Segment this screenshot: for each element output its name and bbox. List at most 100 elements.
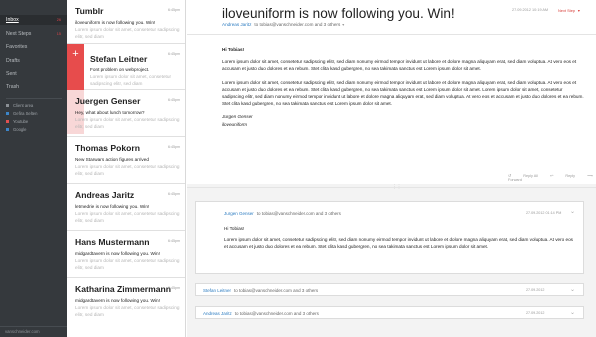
sidebar-label-gefira-selten[interactable]: Gefira Selten bbox=[6, 111, 37, 117]
message-sender: Andreas Jaritz bbox=[75, 190, 135, 200]
sidebar-footer[interactable]: vanschneider.com bbox=[0, 326, 67, 337]
next-step-button[interactable]: Next Step ▼ bbox=[558, 8, 581, 13]
sidebar-item-label: Favorites bbox=[6, 44, 28, 50]
preview-snippet: Lorem ipsum dolor sit amet, consetetur s… bbox=[75, 210, 180, 223]
label-color-icon bbox=[6, 112, 9, 116]
sender-name-link[interactable]: Andreas Jaritz bbox=[222, 22, 251, 27]
list-item[interactable]: Thomas Pokorn 6:45pm New Starwars action… bbox=[67, 137, 185, 184]
sidebar-item-label: Next Steps bbox=[6, 31, 32, 37]
email-signature-company: iloveuniform bbox=[222, 121, 248, 127]
reply-button[interactable]: ↩ Reply bbox=[550, 174, 575, 178]
label-text: Youtube bbox=[13, 119, 29, 124]
sidebar-item-trash[interactable]: Trash bbox=[0, 82, 67, 92]
thread-message-expanded[interactable]: Jurgen Genser to tobias@vanschneider.com … bbox=[195, 201, 584, 274]
message-preview: Hey, what about lunch tomorrow? Lorem ip… bbox=[75, 110, 181, 130]
thread-date: 27.09.2012 01:14 PM bbox=[526, 211, 562, 215]
chevron-down-icon[interactable]: ⌄ bbox=[570, 309, 575, 316]
message-preview: midgardtavern is now following you. Win!… bbox=[75, 251, 181, 271]
list-item[interactable]: + Stefan Leitner 6:45pm Font problem on … bbox=[67, 44, 185, 134]
thread-message-collapsed[interactable]: Stefan Leitner to tobias@vanschneider.com… bbox=[195, 283, 584, 296]
email-date: 27.09.2012 10:19 AM bbox=[512, 8, 549, 12]
sidebar-item-next-steps[interactable]: Next Steps 15 bbox=[0, 29, 67, 39]
message-sender: Stefan Leitner bbox=[90, 54, 148, 64]
list-item[interactable]: Juergen Genser 6:45pm Hey, what about lu… bbox=[67, 90, 185, 137]
message-time: 6:45pm bbox=[168, 98, 180, 102]
message-time: 6:45pm bbox=[168, 192, 180, 196]
sidebar-label-google[interactable]: Google bbox=[6, 127, 27, 133]
thread-message-collapsed[interactable]: Andreas Jaritz to tobias@vanschneider.com… bbox=[195, 306, 584, 319]
message-sender: Thomas Pokorn bbox=[75, 143, 140, 153]
label-color-icon bbox=[6, 128, 9, 132]
email-greeting: Hi Tobias! bbox=[222, 47, 245, 52]
preview-snippet: Lorem ipsum dolor sit amet, consetetur s… bbox=[75, 257, 180, 270]
message-time: 6:45pm bbox=[168, 52, 180, 56]
sender-avatar[interactable] bbox=[196, 8, 216, 28]
preview-line: midgardtavern is now following you. Win! bbox=[75, 251, 160, 256]
chevron-down-icon[interactable]: ⌄ bbox=[570, 208, 575, 215]
reply-all-label: Reply All bbox=[523, 174, 539, 178]
email-signature-name: Jurgen Genser bbox=[222, 114, 253, 120]
swipe-action[interactable]: + bbox=[67, 44, 84, 90]
message-preview: New Starwars action figures arrived Lore… bbox=[75, 157, 181, 177]
sidebar-label-client-area[interactable]: Client area bbox=[6, 103, 33, 109]
unread-count-badge: 15 bbox=[56, 32, 61, 36]
message-preview: iloveuniform is now following you. Win! … bbox=[75, 20, 181, 40]
message-sender: Juergen Genser bbox=[75, 96, 141, 106]
email-subject: iloveuniform is now following you. Win! bbox=[222, 6, 455, 21]
sidebar-item-label: Sent bbox=[6, 71, 17, 77]
email-actions: ↺ Reply All ↩ Reply ⟶ Forward bbox=[497, 173, 596, 182]
preview-snippet: Lorem ipsum dolor sit amet, consetetur s… bbox=[75, 163, 180, 176]
reply-label: Reply bbox=[565, 174, 576, 178]
header-divider bbox=[187, 34, 596, 35]
thread-sender-name[interactable]: Stefan Leitner bbox=[203, 288, 231, 293]
thread-sender-name[interactable]: Andreas Jaritz bbox=[203, 311, 232, 316]
unread-count-badge: 26 bbox=[56, 18, 61, 22]
sidebar-item-drafts[interactable]: Drafts bbox=[0, 56, 67, 66]
message-list: Tumblr 6:45pm iloveuniform is now follow… bbox=[67, 0, 186, 337]
message-preview: letmedrie is now following you. Win! Lor… bbox=[75, 204, 181, 224]
list-item[interactable]: Tumblr 6:45pm iloveuniform is now follow… bbox=[67, 0, 185, 44]
sidebar: Inbox 26 Next Steps 15 Favorites Drafts … bbox=[0, 0, 67, 337]
list-item[interactable]: Hans Mustermann 6:45pm midgardtavern is … bbox=[67, 231, 185, 278]
message-time: 6:45pm bbox=[168, 286, 180, 290]
sidebar-item-sent[interactable]: Sent bbox=[0, 69, 67, 79]
thread-from-line: Andreas Jaritz to tobias@vanschneider.com… bbox=[203, 311, 319, 316]
thread-from-line: Jurgen Genser to tobias@vanschneider.com … bbox=[224, 211, 341, 216]
list-item[interactable]: Andreas Jaritz 6:45pm letmedrie is now f… bbox=[67, 184, 185, 231]
chevron-down-icon[interactable]: ▼ bbox=[342, 23, 345, 27]
thread-sender-name[interactable]: Jurgen Genser bbox=[224, 211, 254, 216]
thread-greeting: Hi Tobias! bbox=[224, 226, 245, 231]
message-time: 6:45pm bbox=[168, 8, 180, 12]
email-from-line: Andreas Jaritz to tobias@vanschneider.com… bbox=[222, 22, 345, 27]
sidebar-label-youtube[interactable]: Youtube bbox=[6, 119, 28, 125]
next-step-label: Next Step bbox=[558, 8, 576, 13]
message-sender: Katharina Zimmermann bbox=[75, 284, 171, 294]
sidebar-item-favorites[interactable]: Favorites bbox=[0, 42, 67, 52]
preview-line: letmedrie is now following you. Win! bbox=[75, 204, 150, 209]
sidebar-item-label: Inbox bbox=[6, 17, 19, 23]
preview-snippet: Lorem ipsum dolor sit amet, consetetur s… bbox=[75, 116, 180, 129]
thread-date: 27.09.2012 bbox=[526, 311, 545, 315]
recipients-text[interactable]: to tobias@vanschneider.com and 3 others bbox=[254, 22, 340, 27]
chevron-down-icon[interactable]: ⌄ bbox=[570, 286, 575, 293]
label-color-icon bbox=[6, 104, 9, 108]
thread-recipients: to tobias@vanschneider.com and 3 others bbox=[256, 211, 341, 216]
sender-avatar[interactable] bbox=[203, 208, 219, 224]
message-time: 6:45pm bbox=[168, 145, 180, 149]
sidebar-item-label: Drafts bbox=[6, 58, 20, 64]
plus-icon: + bbox=[72, 48, 79, 60]
preview-snippet: Lorem ipsum dolor sit amet, consetetur s… bbox=[75, 304, 180, 317]
message-time: 6:45pm bbox=[168, 239, 180, 243]
message-preview: midgardtavern is now following you. Win!… bbox=[75, 298, 181, 318]
preview-line: Hey, what about lunch tomorrow? bbox=[75, 110, 145, 115]
preview-line: New Starwars action figures arrived bbox=[75, 157, 149, 162]
thread-recipients: to tobias@vanschneider.com and 3 others bbox=[234, 288, 319, 293]
preview-line: iloveuniform is now following you. Win! bbox=[75, 20, 156, 25]
list-item[interactable]: Katharina Zimmermann 6:45pm midgardtaver… bbox=[67, 278, 185, 337]
drag-handle-icon[interactable]: ⋮⋮ bbox=[392, 184, 402, 190]
preview-line: Font problem on webproject. bbox=[90, 67, 150, 72]
forward-label: Forward bbox=[508, 178, 522, 182]
email-paragraph: Lorem ipsum dolor sit amet, consetetur s… bbox=[222, 79, 584, 107]
sidebar-item-inbox[interactable]: Inbox 26 bbox=[0, 15, 67, 25]
thread-paragraph: Lorem ipsum dolor sit amet, consetetur s… bbox=[224, 237, 574, 250]
